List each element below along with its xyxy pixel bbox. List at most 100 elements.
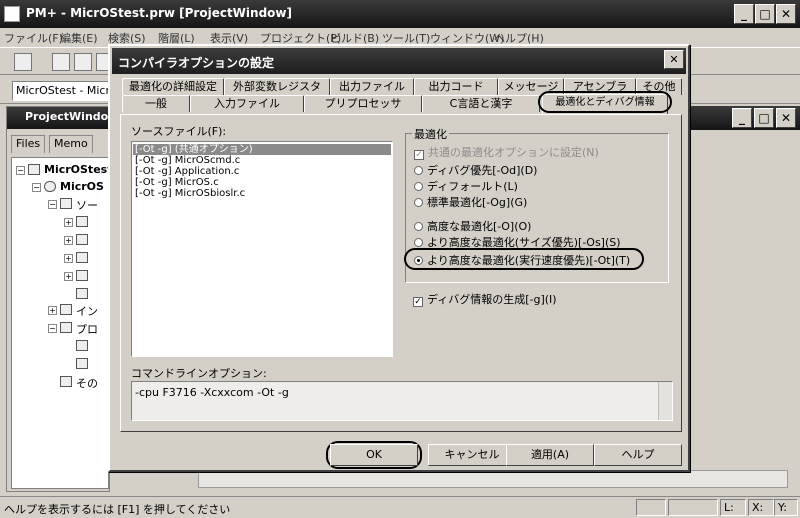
tab-preprocessor[interactable]: プリプロセッサ [304,95,422,112]
source-files-list[interactable]: [-Ot -g] (共通オプション) [-Ot -g] MicrOScmd.c … [131,141,393,357]
status-bar: ヘルプを表示するには [F1] を押してください L: X: Y: [0,496,800,518]
radio-icon [414,166,423,175]
project-window-title: ProjectWindo [7,107,111,129]
tab-external-var-register[interactable]: 外部変数レジスタ [224,78,330,95]
folder-icon [60,322,72,333]
radio-standard-optimization[interactable]: 標準最適化[-Og](G) [414,194,527,210]
minimize-icon[interactable]: _ [734,4,754,24]
expand-icon[interactable]: + [64,236,73,245]
project-tree: − MicrOStest − MicrOS − ソー + + + + + イン … [11,157,109,489]
expand-icon[interactable]: + [64,218,73,227]
project-icon [28,164,40,175]
tab-optimization-detail[interactable]: 最適化の詳細設定 [122,78,224,95]
close-icon[interactable]: ✕ [776,4,796,24]
radio-size-priority[interactable]: より高度な最適化(サイズ優先)[-Os](S) [414,234,621,250]
dialog-close-icon[interactable]: ✕ [664,50,684,69]
file-icon [76,270,88,281]
help-button[interactable]: ヘルプ [594,444,682,466]
collapse-icon[interactable]: − [16,166,25,175]
project-window: ProjectWindo Files Memo − MicrOStest − M… [6,106,111,492]
radio-icon [414,238,423,247]
menu-file[interactable]: ファイル(F) [4,30,63,46]
list-item[interactable]: [-Ot -g] (共通オプション) [133,144,391,155]
horizontal-scrollbar[interactable] [198,470,788,488]
status-line: L: [720,499,746,516]
child-window: _ □ ✕ [686,106,800,492]
list-item[interactable]: [-Ot -g] Application.c [133,166,391,177]
file-icon [76,216,88,227]
tab-assembler[interactable]: アセンブラ [564,78,636,95]
apply-button[interactable]: 適用(A) [506,444,594,466]
radio-default[interactable]: ディフォールト(L) [414,178,518,194]
tab-c-language-kanji[interactable]: C言語と漢字 [422,95,540,112]
expand-icon[interactable]: + [64,254,73,263]
open-folder-icon[interactable] [74,53,92,71]
status-panel [668,499,718,516]
radio-icon [414,198,423,207]
tree-item-project[interactable]: MicrOStest [44,163,108,176]
tree-item-source[interactable]: ソー [76,197,98,213]
app-title: PM+ - MicrOStest.prw [ProjectWindow] [26,6,292,20]
radio-icon [414,222,423,231]
vertical-scrollbar[interactable] [658,382,672,420]
close-icon[interactable]: ✕ [776,108,796,128]
collapse-icon[interactable]: − [48,200,57,209]
tab-message[interactable]: メッセージ [498,78,564,95]
checkbox-icon: ✓ [414,150,424,160]
dialog-title: コンパイラオプションの設定 [112,48,686,74]
radio-speed-priority[interactable]: より高度な最適化(実行速度優先)[-Ot](T) [414,252,630,268]
checkbox-checked-icon: ✓ [413,297,423,307]
optimization-group-label: 最適化 [412,126,449,142]
cancel-button[interactable]: キャンセル [428,444,516,466]
database-icon [44,181,56,192]
cmdline-value: -cpu F3716 -Xcxxcom -Ot -g [135,386,289,399]
list-item[interactable]: [-Ot -g] MicrOScmd.c [133,155,391,166]
tab-output-file[interactable]: 出力ファイル [330,78,414,95]
tree-item-project-files[interactable]: プロ [76,321,98,337]
tab-other[interactable]: その他 [636,78,682,95]
maximize-icon[interactable]: □ [754,108,774,128]
child-window-title-bar: _ □ ✕ [686,106,800,130]
ok-button[interactable]: OK [330,444,418,466]
radio-selected-icon [414,256,423,265]
radio-advanced-optimization[interactable]: 高度な最適化[-O](O) [414,218,531,234]
new-file-icon[interactable] [52,53,70,71]
tree-item-target[interactable]: MicrOS [60,180,104,193]
expand-icon[interactable]: + [64,272,73,281]
file-icon [76,358,88,369]
file-icon [76,288,88,299]
radio-icon [414,182,423,191]
tab-optimization-debug[interactable]: 最適化とディバグ情報 [542,94,668,114]
radio-debug-priority[interactable]: ディバグ優先[-Od](D) [414,162,537,178]
tab-memo[interactable]: Memo [49,135,93,153]
menu-edit[interactable]: 編集(E) [60,30,98,46]
folder-icon [60,304,72,315]
maximize-icon[interactable]: □ [755,4,775,24]
file-icon [76,252,88,263]
common-optimization-checkbox: ✓ 共通の最適化オプションに設定(N) [414,146,599,160]
status-col: X: [748,499,774,516]
tree-item-other[interactable]: その [76,375,98,391]
list-item[interactable]: [-Ot -g] MicrOSbioslr.c [133,188,391,199]
tree-item-include[interactable]: イン [76,303,98,319]
tab-files[interactable]: Files [11,135,46,153]
tab-panel: ソースファイル(F): [-Ot -g] (共通オプション) [-Ot -g] … [120,114,682,432]
optimization-group: 最適化 ✓ 共通の最適化オプションに設定(N) ディバグ優先[-Od](D) ディ… [405,126,669,283]
status-help-text: ヘルプを表示するには [F1] を押してください [4,503,231,516]
source-files-label: ソースファイル(F): [131,125,227,138]
list-item[interactable]: [-Ot -g] MicrOS.c [133,177,391,188]
collapse-icon[interactable]: − [48,324,57,333]
tab-output-code[interactable]: 出力コード [414,78,498,95]
tab-input-file[interactable]: 入力ファイル [190,95,304,112]
expand-icon[interactable]: + [48,306,57,315]
debug-info-checkbox[interactable]: ✓ ディバグ情報の生成[-g](I) [413,291,557,307]
status-y: Y: [774,499,798,516]
status-panel [636,499,666,516]
project-icon[interactable] [14,53,32,71]
folder-icon [60,376,72,387]
project-combo[interactable]: MicrOStest - MicrO [12,81,112,101]
tab-general[interactable]: 一般 [122,95,190,112]
cmdline-textarea[interactable]: -cpu F3716 -Xcxxcom -Ot -g [131,381,673,421]
minimize-icon[interactable]: _ [732,108,752,128]
collapse-icon[interactable]: − [32,183,41,192]
